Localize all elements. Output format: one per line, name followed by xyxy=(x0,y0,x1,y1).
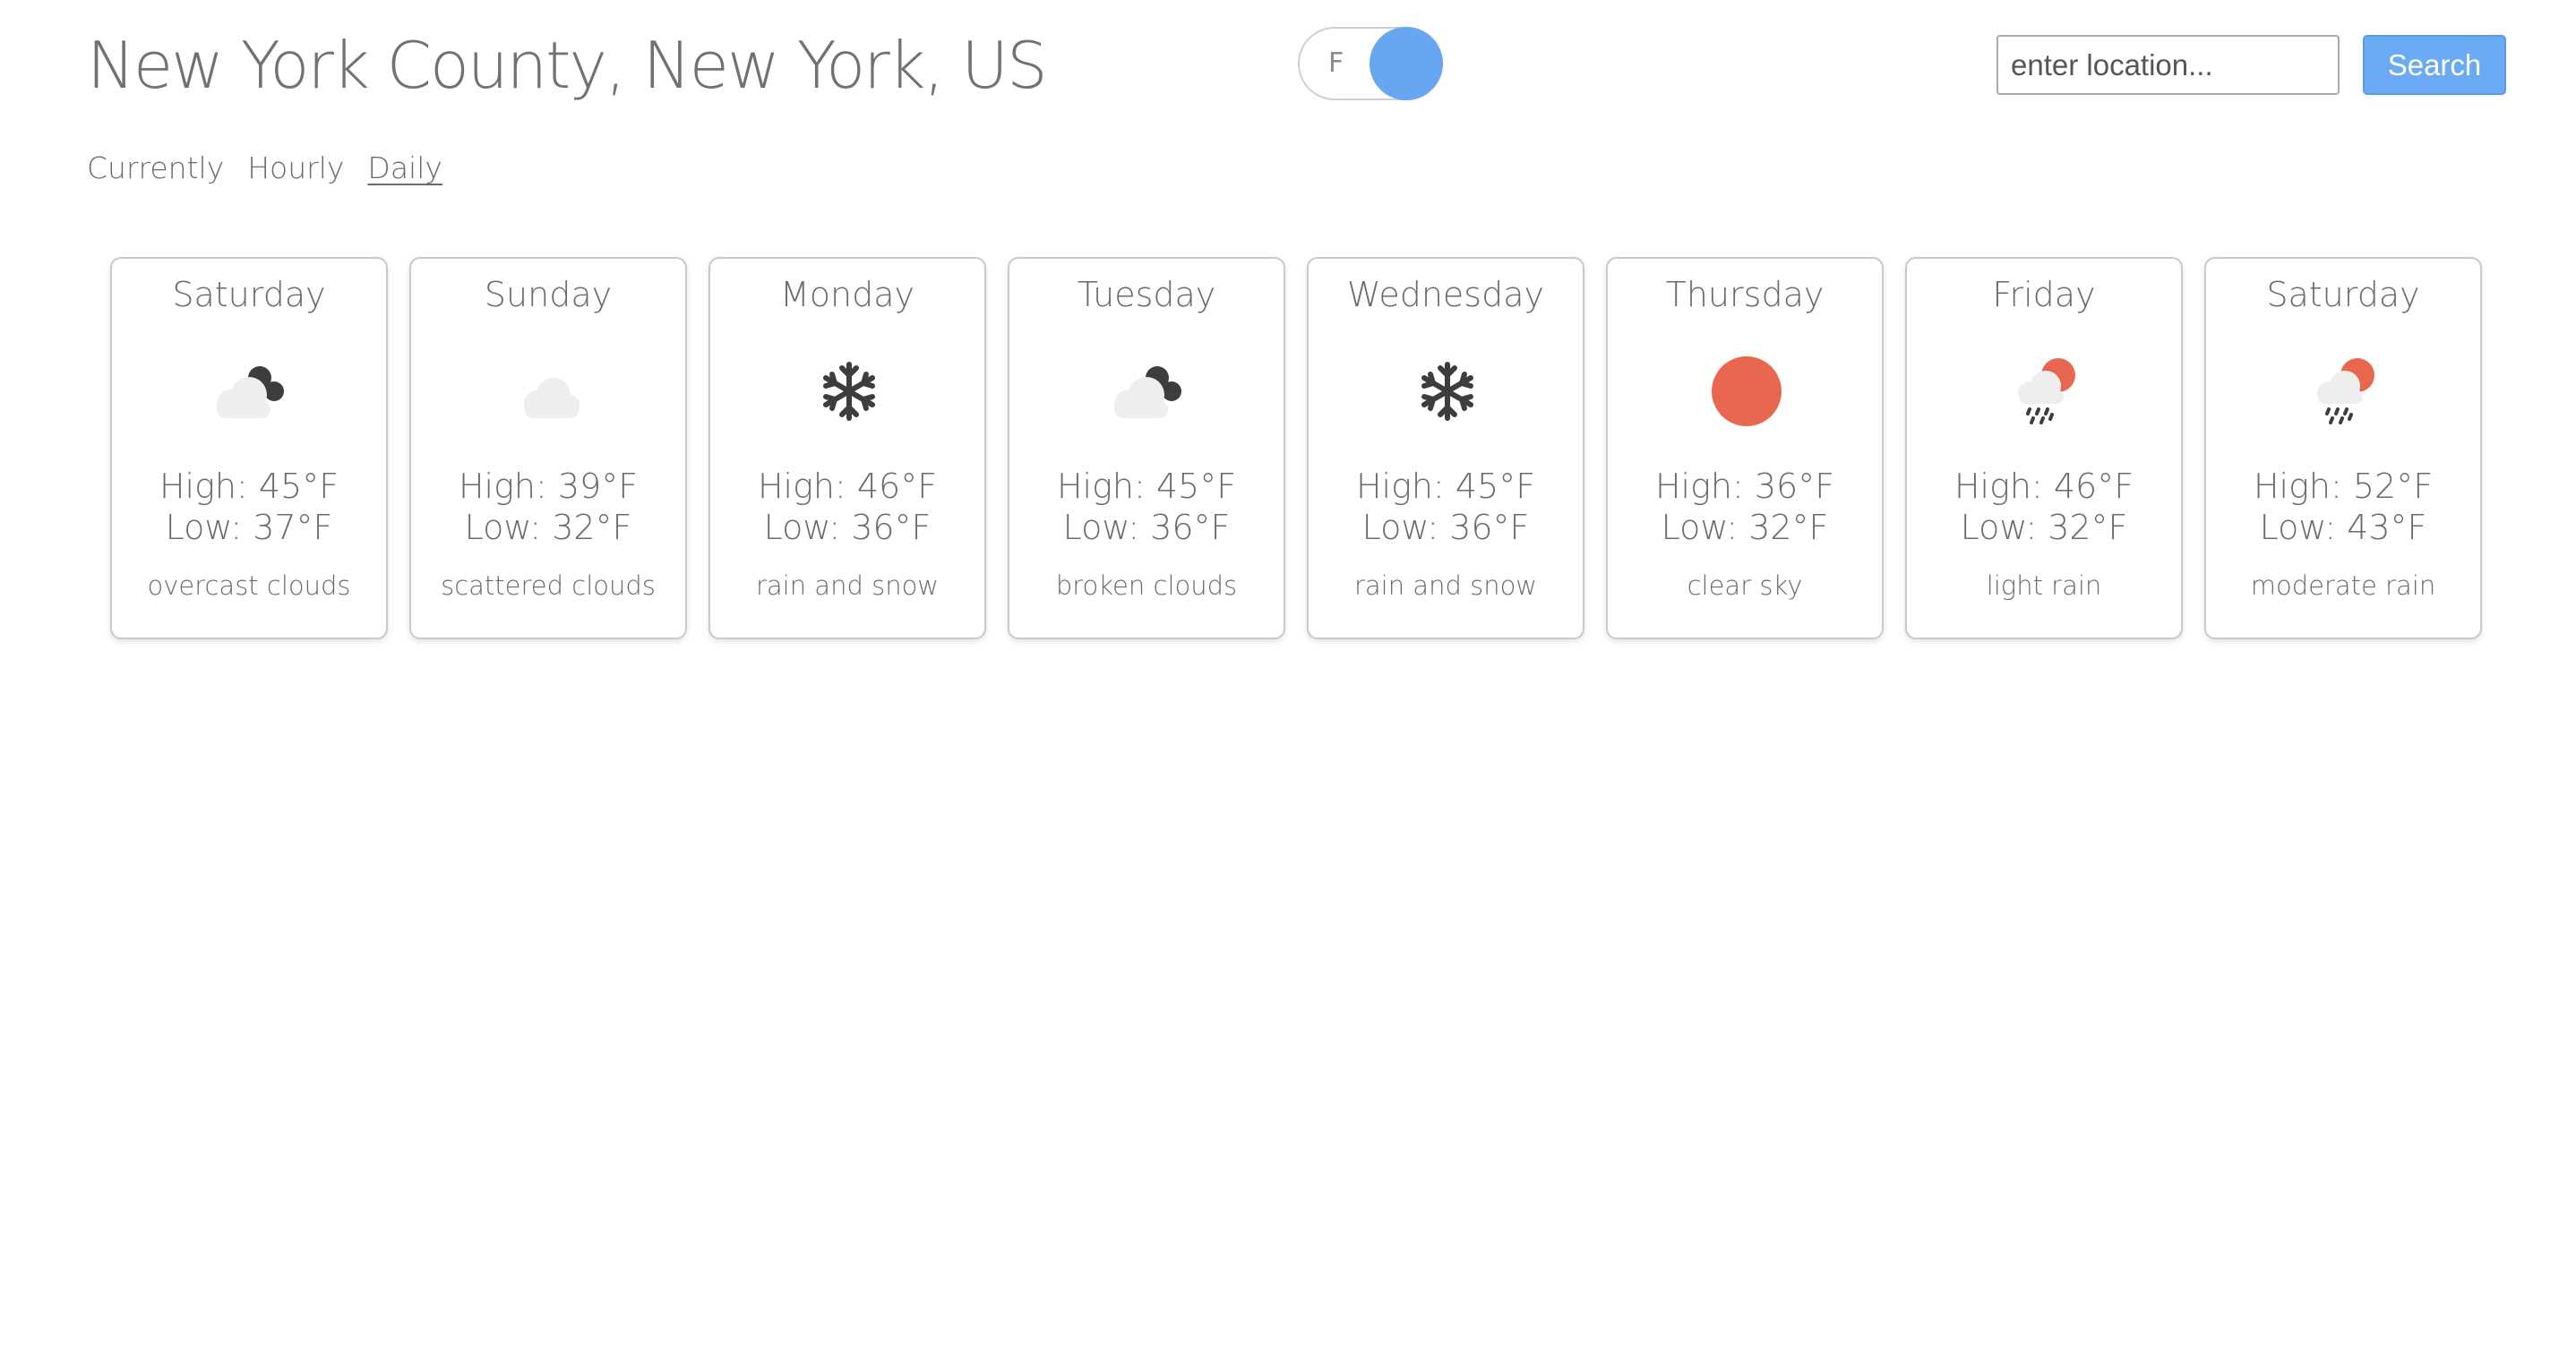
day-high: High: 46°F xyxy=(1953,467,2134,506)
overcast-clouds-icon xyxy=(1114,366,1181,418)
forecast-view-tabs: Currently Hourly Daily xyxy=(87,150,442,195)
daily-forecast: Saturday High: 45°F Low: 37°F overcast c… xyxy=(110,257,2484,642)
day-card: Wednesday High: 45°F Low: 36°F rain and … xyxy=(1307,257,1584,639)
tab-hourly[interactable]: Hourly xyxy=(247,150,344,195)
day-card: Saturday High: 45°F Low: 37°F overcast c… xyxy=(110,257,388,639)
day-name: Monday xyxy=(779,275,914,314)
day-low: Low: 36°F xyxy=(1361,508,1530,547)
sun-rain-icon xyxy=(2018,358,2075,424)
location-title: New York County, New York, US xyxy=(87,28,1048,103)
day-description: clear sky xyxy=(1687,570,1803,601)
day-card: Thursday High: 36°F Low: 32°F clear sky xyxy=(1606,257,1884,639)
day-description: broken clouds xyxy=(1055,570,1238,601)
day-name: Thursday xyxy=(1665,275,1825,314)
tab-daily[interactable]: Daily xyxy=(367,150,442,195)
day-name: Saturday xyxy=(172,275,326,314)
unit-toggle-label: F xyxy=(1328,47,1344,79)
day-name: Sunday xyxy=(484,275,613,314)
unit-toggle[interactable]: F xyxy=(1298,27,1443,100)
unit-toggle-knob[interactable] xyxy=(1370,27,1443,100)
day-name: Wednesday xyxy=(1346,275,1544,314)
day-high: High: 45°F xyxy=(1355,467,1536,506)
day-description: moderate rain xyxy=(2250,570,2436,601)
cloud-icon xyxy=(524,378,580,418)
sun-icon xyxy=(1712,356,1782,426)
snowflake-icon xyxy=(1421,362,1473,421)
location-search-input[interactable] xyxy=(1996,35,2340,95)
tab-currently[interactable]: Currently xyxy=(87,150,224,195)
search-button[interactable]: Search xyxy=(2363,35,2506,95)
day-description: rain and snow xyxy=(1353,570,1538,601)
day-low: Low: 32°F xyxy=(1960,508,2128,547)
overcast-clouds-icon xyxy=(217,366,284,418)
snowflake-icon xyxy=(823,362,875,421)
day-high: High: 45°F xyxy=(1056,467,1237,506)
day-low: Low: 32°F xyxy=(1661,508,1829,547)
day-high: High: 36°F xyxy=(1654,467,1835,506)
day-high: High: 46°F xyxy=(757,467,938,506)
sun-rain-icon xyxy=(2317,358,2374,424)
day-description: scattered clouds xyxy=(441,570,656,601)
day-low: Low: 36°F xyxy=(1062,508,1231,547)
day-high: High: 39°F xyxy=(458,467,639,506)
day-low: Low: 36°F xyxy=(763,508,932,547)
day-card: Tuesday High: 45°F Low: 36°F broken clou… xyxy=(1008,257,1285,639)
day-low: Low: 32°F xyxy=(464,508,632,547)
day-description: overcast clouds xyxy=(147,570,351,601)
app-header: New York County, New York, US F Search xyxy=(0,0,2576,134)
day-card: Monday High: 46°F Low: 36°F rain and sno… xyxy=(708,257,986,639)
day-card: Sunday High: 39°F Low: 32°F scattered cl… xyxy=(409,257,687,639)
day-high: High: 52°F xyxy=(2253,467,2434,506)
day-low: Low: 43°F xyxy=(2259,508,2427,547)
day-low: Low: 37°F xyxy=(165,508,333,547)
day-name: Saturday xyxy=(2266,275,2420,314)
day-high: High: 45°F xyxy=(159,467,339,506)
day-card: Friday High: 46°F Low: 32°F light rain xyxy=(1905,257,2183,639)
day-name: Tuesday xyxy=(1077,275,1216,314)
day-card: Saturday High: 52°F Low: 43°F moderate r… xyxy=(2204,257,2482,639)
day-description: rain and snow xyxy=(755,570,940,601)
day-description: light rain xyxy=(1986,570,2102,601)
day-name: Friday xyxy=(1992,275,2096,314)
